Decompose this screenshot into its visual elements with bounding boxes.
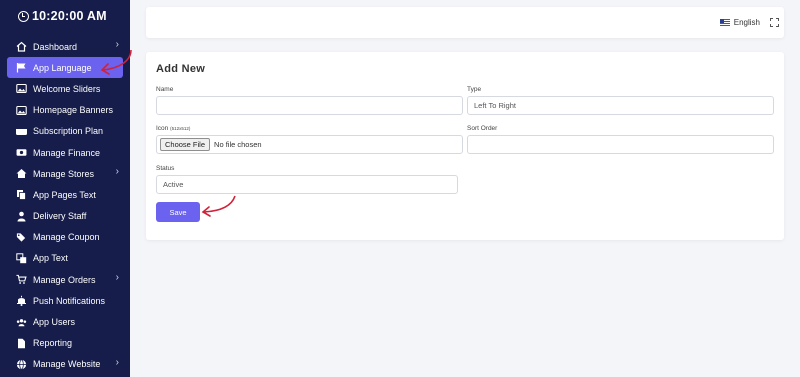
language-icon [16, 253, 27, 264]
sidebar-item-label: App Users [33, 317, 76, 328]
sidebar-item-label: Delivery Staff [33, 211, 87, 222]
clock-icon [18, 10, 29, 22]
chevron-right-icon: › [115, 166, 119, 178]
sidebar-item-dashboard[interactable]: Dashboard › [0, 36, 130, 57]
status-label: Status [156, 165, 175, 172]
sidebar-item-app-language[interactable]: App Language [7, 57, 123, 79]
sidebar-item-label: Homepage Banners [33, 105, 114, 116]
status-input[interactable] [156, 175, 458, 194]
sidebar-item-label: Manage Coupon [33, 232, 100, 243]
user-icon [16, 211, 27, 222]
money-icon [16, 147, 27, 158]
sidebar-item-label: Subscription Plan [33, 126, 104, 137]
top-bar: English [146, 7, 784, 38]
credit-card-icon [16, 126, 27, 137]
sidebar-item-subscription-plan[interactable]: Subscription Plan [0, 121, 130, 142]
store-icon [16, 168, 27, 179]
expand-icon[interactable] [770, 18, 779, 27]
icon-label-text: Icon [156, 125, 169, 132]
icon-size-hint: (512x512) [170, 126, 191, 131]
file-status: No file chosen [214, 140, 262, 149]
sidebar-item-label: App Language [33, 62, 92, 73]
sidebar-item-manage-website[interactable]: Manage Website › [0, 354, 130, 375]
sidebar-item-label: Manage Website [33, 359, 101, 370]
language-selector[interactable]: English [719, 18, 760, 27]
cart-icon [16, 274, 27, 285]
sidebar-item-manage-coupon[interactable]: Manage Coupon [0, 227, 130, 248]
sidebar-item-push-notifications[interactable]: Push Notifications [0, 290, 130, 311]
sidebar-item-manage-orders[interactable]: Manage Orders › [0, 269, 130, 290]
copy-icon [16, 189, 27, 201]
add-language-form: Add New Name Type Icon (512x512) Choose … [146, 52, 784, 240]
image-icon [16, 83, 27, 94]
users-icon [16, 317, 27, 328]
form-title: Add New [156, 63, 206, 75]
sidebar-item-delivery-staff[interactable]: Delivery Staff [0, 206, 130, 227]
icon-file-input[interactable]: Choose File No file chosen [156, 135, 463, 154]
sidebar-item-label: Manage Orders [33, 274, 96, 285]
file-icon [16, 338, 27, 349]
sidebar-item-app-text[interactable]: App Text [0, 248, 130, 269]
flag-icon [16, 62, 27, 73]
sidebar-item-homepage-banners[interactable]: Homepage Banners [0, 100, 130, 121]
name-input[interactable] [156, 96, 463, 115]
sidebar: 10:20:00 AM Dashboard › App Language Wel… [0, 0, 130, 377]
sort-order-label: Sort Order [467, 125, 498, 132]
sidebar-item-manage-stores[interactable]: Manage Stores › [0, 163, 130, 184]
chevron-right-icon: › [115, 356, 119, 368]
sidebar-item-label: Welcome Sliders [33, 83, 101, 94]
icon-label: Icon (512x512) [156, 125, 463, 132]
name-label: Name [156, 86, 174, 93]
bell-icon [16, 295, 27, 307]
sidebar-item-label: Push Notifications [33, 295, 106, 306]
home-icon [16, 41, 27, 52]
sort-order-field-group: Sort Order [467, 125, 774, 154]
clock: 10:20:00 AM [0, 0, 130, 32]
chevron-right-icon: › [115, 39, 119, 50]
sidebar-item-label: Reporting [33, 338, 73, 349]
sidebar-item-label: Dashboard [33, 41, 78, 52]
chevron-right-icon: › [115, 272, 119, 284]
save-button[interactable]: Save [156, 202, 200, 222]
sidebar-item-welcome-sliders[interactable]: Welcome Sliders [0, 78, 130, 99]
sidebar-item-reporting[interactable]: Reporting [0, 333, 130, 354]
sidebar-item-label: Manage Finance [33, 147, 101, 158]
us-flag-icon [719, 19, 730, 26]
tags-icon [16, 232, 27, 243]
sort-order-input[interactable] [467, 135, 774, 154]
sidebar-item-manage-finance[interactable]: Manage Finance [0, 142, 130, 163]
status-field-group: Status [156, 165, 458, 194]
clock-time: 10:20:00 AM [32, 9, 107, 23]
sidebar-item-label: Manage Stores [33, 168, 95, 179]
sidebar-nav: Dashboard › App Language Welcome Sliders… [0, 36, 130, 375]
language-label: English [733, 18, 760, 27]
sidebar-item-label: App Pages Text [33, 189, 96, 200]
sidebar-item-app-pages-text[interactable]: App Pages Text [0, 184, 130, 205]
type-field-group: Type [467, 86, 774, 115]
sidebar-item-label: App Text [33, 253, 68, 264]
globe-icon [16, 359, 27, 370]
choose-file-button[interactable]: Choose File [160, 138, 211, 151]
type-label: Type [467, 86, 482, 93]
image-icon [16, 105, 27, 116]
sidebar-item-app-users[interactable]: App Users [0, 311, 130, 332]
type-input[interactable] [467, 96, 774, 115]
name-field-group: Name [156, 86, 463, 115]
icon-field-group: Icon (512x512) Choose File No file chose… [156, 125, 463, 154]
